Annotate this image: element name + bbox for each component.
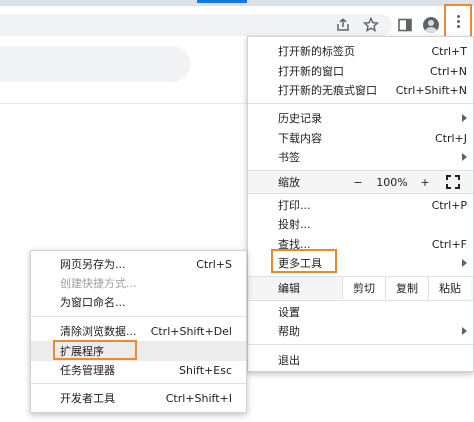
zoom-out-button[interactable]: − (344, 176, 372, 189)
cut-button[interactable]: 剪切 (342, 277, 385, 299)
submenu-item-save-page[interactable]: 网页另存为... Ctrl+S (31, 254, 246, 274)
submenu-arrow-icon (462, 259, 467, 267)
menu-separator (248, 193, 473, 194)
menu-item-new-incognito-window[interactable]: 打开新的无痕式窗口 Ctrl+Shift+N (248, 80, 473, 100)
menu-item-print[interactable]: 打印... Ctrl+P (248, 195, 473, 215)
bookmark-star-icon[interactable] (362, 16, 380, 34)
page-divider (0, 103, 250, 104)
menu-item-history[interactable]: 历史记录 (248, 108, 473, 128)
submenu-item-extensions[interactable]: 扩展程序 (31, 341, 246, 361)
submenu-item-developer-tools[interactable]: 开发者工具 Ctrl+Shift+I (31, 388, 246, 408)
menu-zoom-row: 缩放 − 100% + (248, 171, 473, 193)
side-panel-icon[interactable] (396, 16, 414, 34)
submenu-item-name-window[interactable]: 为窗口命名... (31, 292, 246, 312)
menu-item-bookmarks[interactable]: 书签 (248, 147, 473, 167)
submenu-item-create-shortcut: 创建快捷方式... (60, 277, 137, 290)
browser-window: 打开新的标签页 Ctrl+T 打开新的窗口 Ctrl+N 打开新的无痕式窗口 C… (0, 0, 474, 422)
paste-button[interactable]: 粘贴 (428, 277, 471, 299)
menu-item-settings[interactable]: 设置 (248, 302, 473, 322)
copy-button[interactable]: 复制 (385, 277, 428, 299)
submenu-item-clear-browsing-data[interactable]: 清除浏览数据... Ctrl+Shift+Del (31, 321, 246, 341)
submenu-separator (31, 316, 246, 317)
submenu-separator (31, 383, 246, 384)
fullscreen-icon[interactable] (446, 175, 460, 189)
menu-item-new-window[interactable]: 打开新的窗口 Ctrl+N (248, 61, 473, 81)
zoom-level: 100% (376, 175, 408, 189)
kebab-menu-icon[interactable] (444, 4, 472, 38)
menu-separator (248, 300, 473, 301)
menu-separator (248, 103, 473, 104)
menu-item-new-tab[interactable]: 打开新的标签页 Ctrl+T (248, 41, 473, 61)
submenu-item-task-manager[interactable]: 任务管理器 Shift+Esc (31, 360, 246, 380)
menu-item-cast[interactable]: 投射... (248, 214, 473, 234)
more-tools-submenu: 网页另存为... Ctrl+S 创建快捷方式... 为窗口命名... 清除浏览数… (30, 250, 247, 413)
submenu-arrow-icon (462, 153, 467, 161)
zoom-in-button[interactable]: + (412, 176, 438, 189)
active-tab-indicator (197, 0, 247, 3)
submenu-arrow-icon (462, 327, 467, 335)
chrome-main-menu: 打开新的标签页 Ctrl+T 打开新的窗口 Ctrl+N 打开新的无痕式窗口 C… (247, 36, 474, 372)
menu-item-downloads[interactable]: 下载内容 Ctrl+J (248, 128, 473, 148)
menu-separator (248, 344, 473, 345)
browser-toolbar (0, 6, 474, 40)
profile-avatar-icon[interactable] (422, 16, 440, 34)
share-icon[interactable] (334, 16, 352, 34)
submenu-arrow-icon (462, 114, 467, 122)
menu-item-find[interactable]: 查找... Ctrl+F (248, 234, 473, 254)
menu-edit-row: 编辑 剪切 复制 粘贴 (248, 277, 473, 299)
page-search-box[interactable] (0, 46, 190, 82)
menu-item-help[interactable]: 帮助 (248, 321, 473, 341)
menu-item-exit[interactable]: 退出 (248, 350, 473, 370)
menu-item-more-tools[interactable]: 更多工具 (248, 253, 473, 273)
